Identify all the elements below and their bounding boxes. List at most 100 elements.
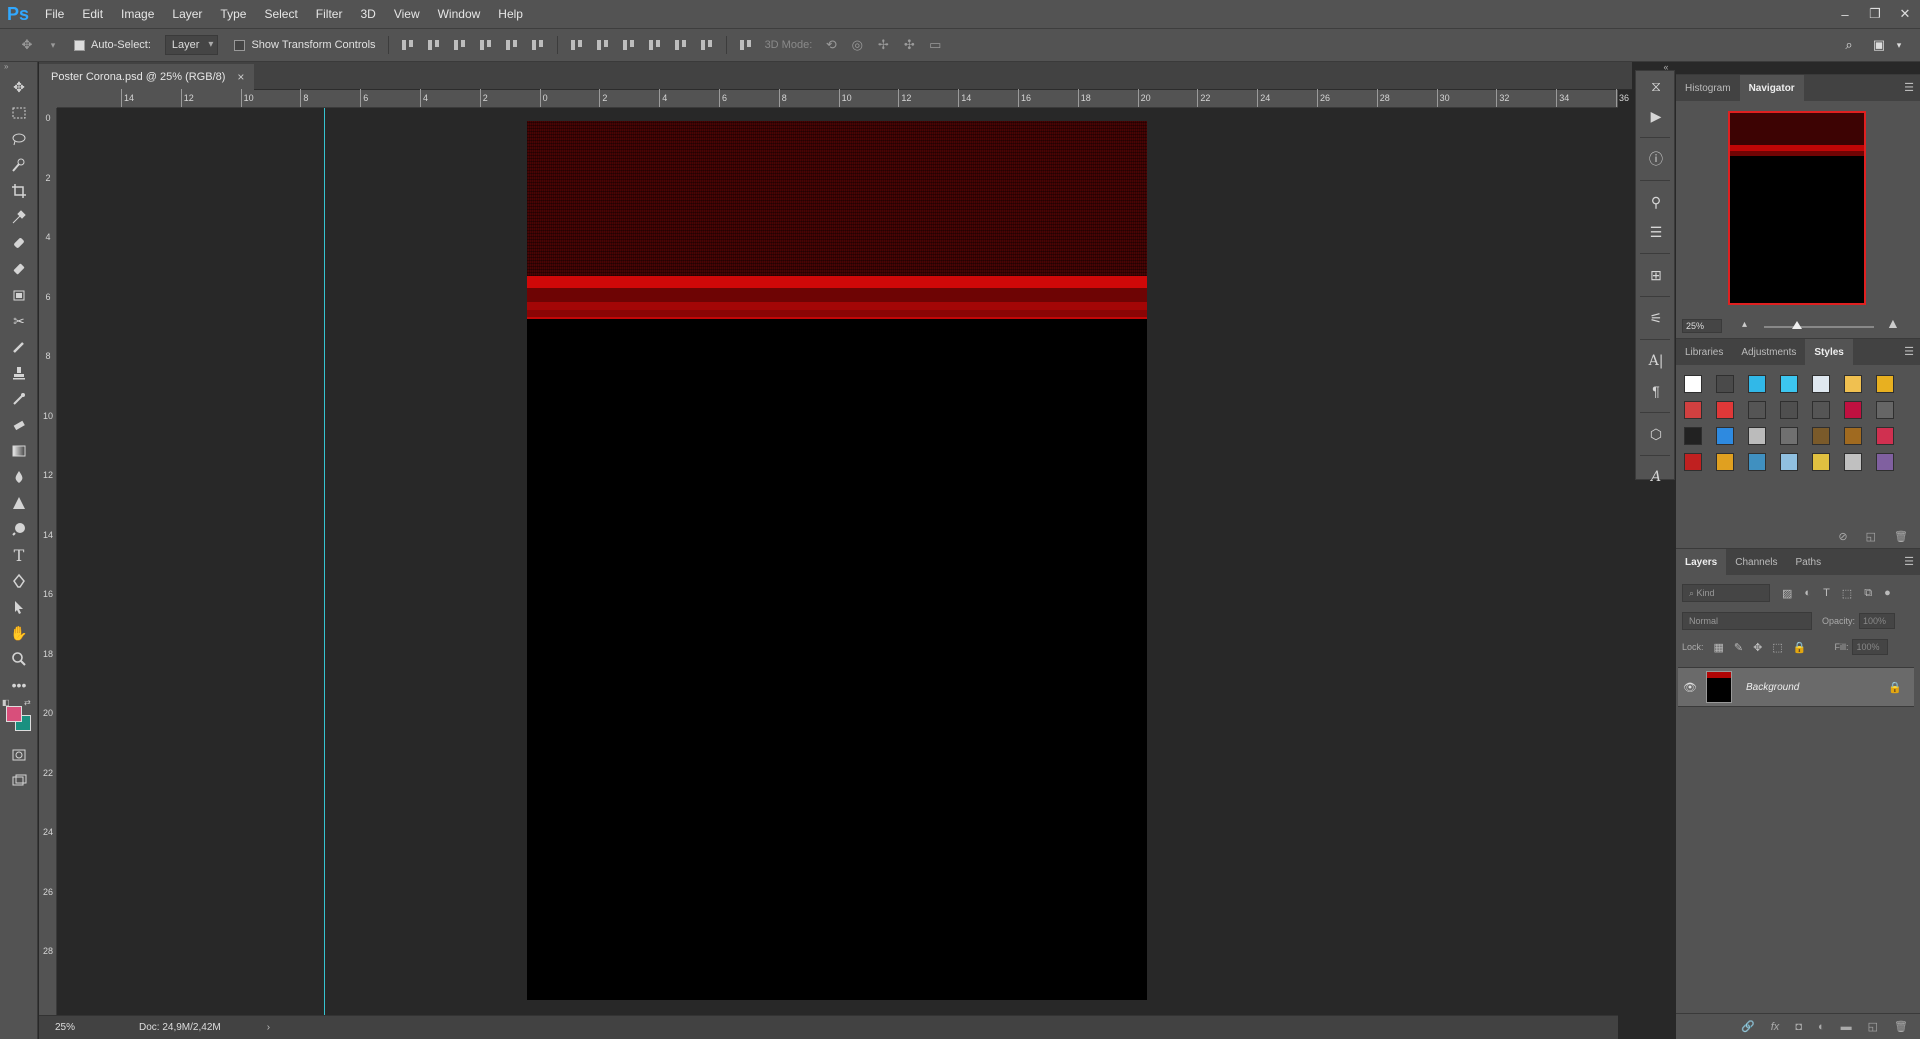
crop-tool-icon[interactable] — [0, 178, 38, 204]
workspace-icon[interactable]: ▣ — [1870, 36, 1888, 54]
3d-slide-icon[interactable]: ✣ — [900, 36, 918, 54]
move-tool-icon[interactable]: ✥ — [18, 36, 36, 54]
filter-pixel-icon[interactable]: ▨ — [1782, 587, 1792, 600]
style-swatch[interactable] — [1844, 427, 1862, 445]
healing-brush-tool-icon[interactable] — [0, 230, 38, 256]
zoom-tool-icon[interactable] — [0, 646, 38, 672]
paint-brush-tool-icon[interactable] — [0, 334, 38, 360]
navigator-preview[interactable] — [1728, 111, 1866, 305]
menu-select[interactable]: Select — [255, 0, 306, 28]
close-window-button[interactable]: ✕ — [1890, 0, 1920, 28]
style-swatch[interactable] — [1844, 401, 1862, 419]
style-swatch[interactable] — [1684, 375, 1702, 393]
style-swatch[interactable] — [1876, 427, 1894, 445]
layer-lock-icon[interactable]: 🔒 — [1888, 681, 1902, 694]
adjustment-layer-icon[interactable]: ◐ — [1818, 1021, 1825, 1033]
dodge-tool-icon[interactable] — [0, 516, 38, 542]
style-swatch[interactable] — [1812, 427, 1830, 445]
eraser-tool-icon[interactable] — [0, 412, 38, 438]
new-group-icon[interactable]: ▬ — [1841, 1021, 1852, 1033]
history-brush-tool-icon[interactable]: ✂ — [0, 308, 38, 334]
style-swatch[interactable] — [1716, 375, 1734, 393]
navigator-zoom-slider[interactable] — [1764, 326, 1874, 328]
menu-help[interactable]: Help — [489, 0, 532, 28]
swap-colors-icon[interactable]: ⇄ — [24, 698, 31, 707]
lock-image-icon[interactable]: ✎ — [1734, 641, 1743, 654]
align-bottom-edges-icon[interactable] — [452, 38, 468, 52]
vertical-guide[interactable] — [324, 108, 325, 1015]
character-icon[interactable]: A| — [1636, 346, 1676, 376]
tab-layers[interactable]: Layers — [1676, 549, 1727, 575]
3d-scale-icon[interactable]: ▭ — [926, 36, 944, 54]
show-transform-checkbox[interactable] — [234, 39, 246, 51]
add-mask-icon[interactable]: ◘ — [1795, 1021, 1802, 1033]
distribute-top-icon[interactable] — [569, 38, 585, 52]
layer-row[interactable]: 👁 Background 🔒 — [1678, 667, 1914, 707]
filter-smart-object-icon[interactable]: ⧉ — [1864, 587, 1872, 600]
type-tool-icon[interactable]: T — [0, 542, 38, 568]
filter-shape-icon[interactable]: ⬚ — [1842, 587, 1852, 600]
3d-icon[interactable]: ⬡ — [1636, 419, 1676, 449]
3d-orbit-icon[interactable]: ⟲ — [822, 36, 840, 54]
style-swatch[interactable] — [1844, 375, 1862, 393]
menu-image[interactable]: Image — [112, 0, 163, 28]
align-right-edges-icon[interactable] — [530, 38, 546, 52]
style-swatch[interactable] — [1748, 427, 1766, 445]
style-swatch[interactable] — [1780, 427, 1798, 445]
tab-channels[interactable]: Channels — [1726, 549, 1786, 575]
clone-source-icon[interactable]: ⊞ — [1636, 260, 1676, 290]
tool-preset-chevron-icon[interactable]: ▾ — [44, 36, 62, 54]
clone-stamp-tool-icon[interactable] — [0, 360, 38, 386]
close-tab-icon[interactable]: × — [237, 70, 244, 84]
glyphs-icon[interactable]: A — [1636, 462, 1676, 492]
tab-paths[interactable]: Paths — [1787, 549, 1831, 575]
minimize-button[interactable]: – — [1830, 0, 1860, 28]
style-swatch[interactable] — [1876, 401, 1894, 419]
align-vertical-centers-icon[interactable] — [426, 38, 442, 52]
tab-adjustments[interactable]: Adjustments — [1732, 339, 1805, 365]
style-swatch[interactable] — [1780, 375, 1798, 393]
3d-pan-icon[interactable]: ✢ — [874, 36, 892, 54]
status-menu-arrow[interactable]: › — [267, 1022, 270, 1033]
align-left-edges-icon[interactable] — [478, 38, 494, 52]
distribute-right-icon[interactable] — [699, 38, 715, 52]
zoom-level[interactable]: 25% — [39, 1022, 99, 1033]
vertical-ruler[interactable]: 0 2 4 6 8 10 12 14 16 18 20 22 24 26 28 — [39, 108, 57, 1015]
menu-3d[interactable]: 3D — [351, 0, 384, 28]
fill-field[interactable]: 100% — [1852, 639, 1889, 655]
style-swatch[interactable] — [1812, 375, 1830, 393]
stamp-tool-icon[interactable] — [0, 282, 38, 308]
blur-tool-icon[interactable] — [0, 464, 38, 490]
style-swatch[interactable] — [1876, 453, 1894, 471]
zoom-slider-handle[interactable] — [1792, 321, 1802, 329]
style-swatch[interactable] — [1844, 453, 1862, 471]
toolbar-collapse-icon[interactable]: » — [0, 62, 37, 74]
brush-settings-icon[interactable]: ☰ — [1636, 217, 1676, 247]
filter-adjustment-icon[interactable]: ◐ — [1804, 587, 1811, 599]
menu-layer[interactable]: Layer — [163, 0, 211, 28]
auto-select-checkbox[interactable] — [74, 39, 85, 51]
visibility-eye-icon[interactable]: 👁 — [1678, 681, 1702, 694]
gradient-tool-icon[interactable] — [0, 438, 38, 464]
workspace-chevron-icon[interactable]: ▾ — [1890, 36, 1908, 54]
sharpen-tool-icon[interactable] — [0, 490, 38, 516]
style-swatch[interactable] — [1812, 401, 1830, 419]
menu-file[interactable]: File — [36, 0, 73, 28]
more-tools-icon[interactable]: ••• — [0, 672, 38, 698]
tab-navigator[interactable]: Navigator — [1739, 75, 1804, 101]
style-swatch[interactable] — [1748, 453, 1766, 471]
menu-filter[interactable]: Filter — [307, 0, 352, 28]
hand-tool-icon[interactable]: ✋ — [0, 620, 38, 646]
new-layer-icon[interactable]: ◱ — [1868, 1020, 1878, 1033]
paragraph-icon[interactable]: ¶ — [1636, 376, 1676, 406]
foreground-color-swatch[interactable] — [6, 706, 22, 722]
brushes-icon[interactable]: ⚲ — [1636, 187, 1676, 217]
menu-view[interactable]: View — [385, 0, 429, 28]
lock-position-icon[interactable]: ✥ — [1753, 641, 1762, 654]
clear-style-icon[interactable]: ⊘ — [1838, 530, 1847, 543]
auto-select-target-dropdown[interactable]: Layer — [164, 35, 219, 55]
brush-tool-icon[interactable] — [0, 256, 38, 282]
pen-tool-icon[interactable] — [0, 568, 38, 594]
zoom-out-mountain-icon[interactable]: ▴ — [1742, 319, 1747, 330]
quick-mask-icon[interactable] — [0, 742, 38, 768]
